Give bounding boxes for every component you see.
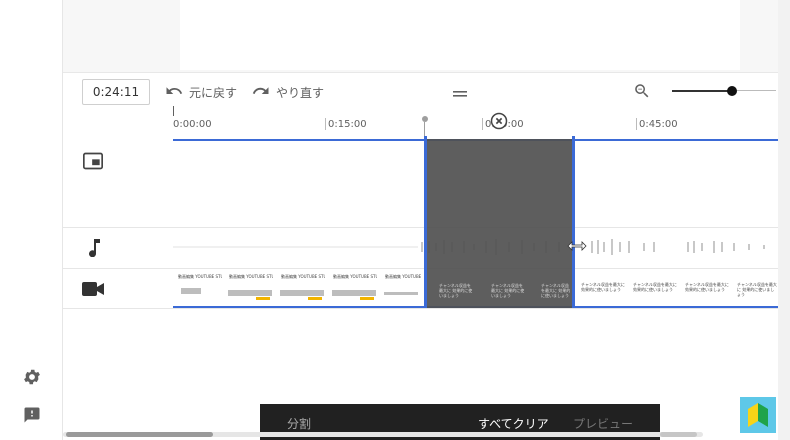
redo-button[interactable]: やり直す (252, 82, 324, 103)
remove-circle-icon[interactable] (490, 112, 508, 134)
thumbnail-text: チャンネル収益を最大に 効果的に使いましょう (737, 282, 777, 297)
thumbnail-text: 動画編集 YOUTUBE STUDIO (178, 274, 222, 279)
ruler-tick (636, 118, 637, 130)
video-thumbnail: 動画編集 YOUTUBE STUDIO (175, 272, 223, 304)
video-thumbnail: チャンネル収益を最大に 効果的に使いましょう (682, 272, 730, 304)
beginner-mark-icon (740, 397, 776, 437)
thumbnail-bar (280, 290, 324, 296)
selection-right-handle[interactable] (572, 136, 575, 308)
thumbnail-text: チャンネル収益を最大に 効果的に使いましょう (685, 282, 729, 292)
clear-all-button[interactable]: すべてクリア (478, 415, 549, 432)
scrollbar-segment (660, 432, 697, 437)
zoom-slider-rest (734, 90, 776, 91)
track-divider (63, 268, 778, 269)
thumbnail-text: 動画編集 YOUTUBE STUDIO (385, 274, 421, 279)
redo-label: やり直す (276, 86, 325, 100)
ruler-tick (173, 106, 174, 116)
undo-button[interactable]: 元に戻す (165, 82, 237, 103)
thumbnail-text: チャンネル収益を最大に 効果的に使いましょう (633, 282, 677, 292)
gear-icon[interactable] (22, 367, 42, 391)
thumbnail-text: 動画編集 YOUTUBE STUDIO (333, 274, 377, 279)
thumbnail-text: チャンネル収益を最大に 効果的に使いましょう (439, 283, 473, 298)
video-thumbnail: チャンネル収益を最大に 効果的に使いましょう (578, 272, 626, 304)
undo-icon (165, 82, 183, 103)
videocam-icon (82, 281, 104, 300)
timecode-field[interactable]: 0:24:11 (82, 79, 150, 105)
video-thumbnail: 動画編集 YOUTUBE STUDIO (226, 272, 274, 304)
right-edge (778, 0, 790, 440)
track-divider (63, 227, 778, 228)
music-note-icon (86, 239, 100, 261)
thumbnail-text: 動画編集 YOUTUBE STUDIO (281, 274, 325, 279)
ruler-label-3: 0:45:00 (639, 119, 678, 130)
preview-button[interactable]: プレビュー (573, 415, 633, 432)
video-preview (180, 0, 740, 70)
feedback-icon[interactable] (23, 406, 41, 428)
drag-handle-icon[interactable] (452, 83, 468, 102)
zoom-slider-track (672, 90, 734, 92)
track-divider (63, 308, 778, 309)
picture-in-picture-icon (83, 152, 103, 174)
thumbnail-highlight (308, 297, 322, 300)
video-thumbnail: チャンネル収益を最大に 効果的に使いましょう (734, 272, 778, 304)
thumbnail-text: チャンネル収益を最大に 効果的に使いましょう (541, 283, 571, 298)
redo-icon (252, 82, 270, 103)
thumbnail-bar (384, 292, 418, 295)
thumbnail-bar (228, 290, 272, 296)
selected-cut-region[interactable]: チャンネル収益を最大に 効果的に使いましょう チャンネル収益を最大に 効果的に使… (425, 139, 574, 308)
scrollbar-thumb[interactable] (66, 432, 213, 437)
thumbnail-highlight (256, 297, 270, 300)
playhead-marker[interactable] (422, 116, 428, 122)
video-thumbnail: 動画編集 YOUTUBE STUDIO (382, 272, 422, 304)
video-thumbnail: 動画編集 YOUTUBE STUDIO (330, 272, 378, 304)
zoom-slider[interactable] (672, 86, 776, 96)
thumbnail-bar (181, 288, 201, 294)
thumbnail-text: チャンネル収益を最大に 効果的に使いましょう (581, 282, 625, 292)
video-thumbnail: チャンネル収益を最大に 効果的に使いましょう (630, 272, 678, 304)
video-thumbnail: 動画編集 YOUTUBE STUDIO (278, 272, 326, 304)
resize-cursor-icon (567, 236, 587, 255)
ruler-tick (325, 118, 326, 130)
thumbnail-highlight (360, 297, 374, 300)
zoom-slider-thumb[interactable] (727, 86, 737, 96)
split-button[interactable]: 分割 (287, 415, 311, 432)
undo-label: 元に戻す (189, 86, 238, 100)
thumbnail-text: 動画編集 YOUTUBE STUDIO (229, 274, 273, 279)
ruler-tick (482, 118, 483, 130)
ruler-label-0: 0:00:00 (173, 119, 212, 130)
thumbnail-text: チャンネル収益を最大に 効果的に使いましょう (491, 283, 525, 298)
left-nav (0, 0, 63, 440)
selection-left-handle[interactable] (424, 136, 427, 308)
time-ruler[interactable]: 0:00:00 0:15:00 0:30:00 0:45:00 (173, 106, 778, 140)
zoom-out-icon[interactable] (633, 82, 651, 104)
ruler-label-1: 0:15:00 (328, 119, 367, 130)
thumbnail-bar (332, 290, 376, 296)
